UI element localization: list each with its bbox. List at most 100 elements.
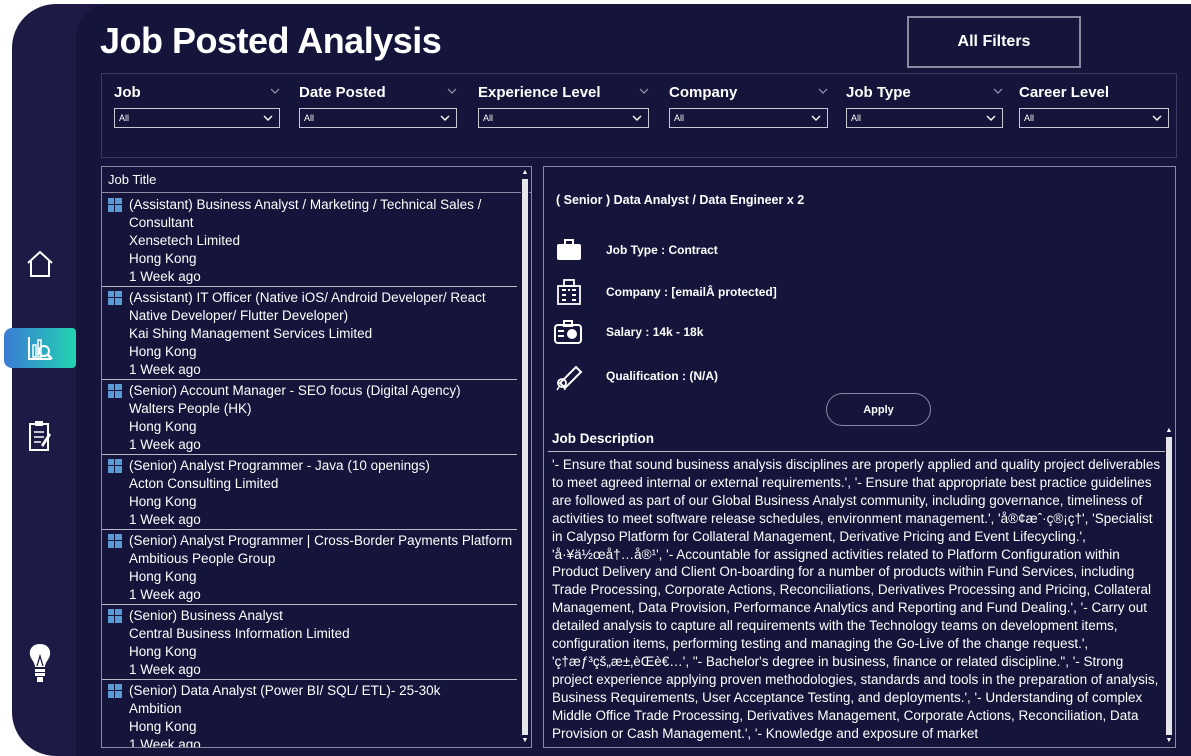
job-info-text: Acton Consulting Limited: [129, 476, 279, 491]
windows-grid-icon: [108, 534, 122, 548]
windows-grid-icon: [108, 684, 122, 698]
chart-magnifier-icon: [28, 337, 53, 360]
all-filters-button[interactable]: All Filters: [907, 16, 1081, 68]
chevron-down-icon[interactable]: [639, 86, 649, 96]
job-title-text: (Senior) Data Analyst (Power BI/ SQL/ ET…: [129, 683, 441, 698]
job-info-text: 1 Week ago: [129, 737, 201, 748]
job-info-text: Consultant: [129, 215, 194, 230]
description-scrollbar[interactable]: ▲ ▼: [1165, 427, 1173, 745]
filter-label: Company: [669, 84, 738, 101]
list-item-lines: (Assistant) IT Officer (Native iOS/ Andr…: [129, 289, 517, 379]
apply-button[interactable]: Apply: [826, 393, 931, 426]
scroll-up-icon[interactable]: ▲: [1165, 427, 1173, 435]
windows-grid-icon: [108, 198, 122, 212]
salary-row: Salary : 14k - 18k: [554, 317, 703, 347]
chevron-down-icon: [440, 115, 450, 121]
job-title-text: (Senior) Business Analyst: [129, 608, 283, 623]
lightbulb-icon: [29, 644, 51, 682]
filter-select-value: All: [1024, 113, 1035, 123]
job-type-row: Job Type : Contract: [554, 235, 718, 265]
job-list-scrollbar[interactable]: ▲ ▼: [521, 169, 529, 745]
job-list-header: Job Title: [102, 167, 531, 193]
job-info-text: Kai Shing Management Services Limited: [129, 326, 373, 341]
page-title: Job Posted Analysis: [100, 20, 442, 61]
job-info-text: 1 Week ago: [129, 512, 201, 527]
scroll-down-icon[interactable]: ▼: [1165, 737, 1173, 745]
filter-select-value: All: [483, 113, 494, 123]
sidebar-item-analysis[interactable]: [4, 328, 76, 368]
list-item[interactable]: (Senior) Analyst Programmer | Cross-Bord…: [102, 530, 517, 605]
filter-select-value: All: [304, 113, 315, 123]
scrollbar-thumb[interactable]: [1166, 437, 1172, 735]
filter-label: Career Level: [1019, 84, 1110, 101]
job-info-text: Xensetech Limited: [129, 233, 241, 248]
scroll-up-icon[interactable]: ▲: [521, 169, 529, 177]
filter-select-job[interactable]: All: [114, 108, 280, 128]
filter-label: Job Type: [846, 84, 911, 101]
filter-select-date-posted[interactable]: All: [299, 108, 457, 128]
company-text: Company : [emailÂ protected]: [606, 285, 777, 299]
job-info-text: 1 Week ago: [129, 437, 201, 452]
job-title-text: (Assistant) IT Officer (Native iOS/ Andr…: [129, 290, 486, 305]
list-item[interactable]: (Senior) Business Analyst Central Busines…: [102, 605, 517, 680]
list-item-lines: (Senior) Data Analyst (Power BI/ SQL/ ET…: [129, 682, 517, 748]
job-info-text: Ambitious People Group: [129, 551, 276, 566]
filter-select-value: All: [674, 113, 685, 123]
windows-grid-icon: [108, 459, 122, 473]
list-item-lines: (Assistant) Business Analyst / Marketing…: [129, 196, 517, 286]
filter-company: Company All: [669, 82, 828, 128]
briefcase-icon: [554, 235, 584, 265]
sidebar-item-home[interactable]: [4, 244, 76, 284]
chevron-down-icon[interactable]: [993, 86, 1003, 96]
company-row: Company : [emailÂ protected]: [554, 277, 777, 307]
job-info-text: Hong Kong: [129, 719, 197, 734]
job-title-text: (Assistant) Business Analyst / Marketing…: [129, 197, 482, 212]
list-item-lines: (Senior) Analyst Programmer - Java (10 o…: [129, 457, 517, 529]
job-detail-panel: ( Senior ) Data Analyst / Data Engineer …: [543, 166, 1176, 748]
clipboard-icon: [29, 421, 51, 451]
job-info-text: 1 Week ago: [129, 362, 201, 377]
scrollbar-thumb[interactable]: [522, 179, 528, 735]
job-info-text: Walters People (HK): [129, 401, 252, 416]
job-info-text: Central Business Information Limited: [129, 626, 350, 641]
filter-job-type: Job Type All: [846, 82, 1003, 128]
scroll-down-icon[interactable]: ▼: [521, 737, 529, 745]
windows-grid-icon: [108, 609, 122, 623]
filter-select-job-type[interactable]: All: [846, 108, 1003, 128]
filter-select-value: All: [851, 113, 862, 123]
diploma-icon: [554, 361, 584, 391]
filter-select-company[interactable]: All: [669, 108, 828, 128]
job-detail-title: ( Senior ) Data Analyst / Data Engineer …: [556, 193, 805, 207]
filter-date-posted: Date Posted All: [299, 82, 457, 128]
filter-bar: Job All Date Posted All Experience Level…: [101, 73, 1177, 158]
chevron-down-icon[interactable]: [818, 86, 828, 96]
list-item[interactable]: (Assistant) Business Analyst / Marketing…: [102, 194, 517, 287]
job-info-text: Hong Kong: [129, 419, 197, 434]
sidebar-item-insights[interactable]: [4, 644, 76, 684]
filter-experience-level: Experience Level All: [478, 82, 649, 128]
job-title-text: (Senior) Analyst Programmer | Cross-Bord…: [129, 533, 513, 548]
list-item-lines: (Senior) Account Manager - SEO focus (Di…: [129, 382, 517, 454]
sidebar-item-report[interactable]: [4, 416, 76, 456]
qualification-row: Qualification : (N/A): [554, 361, 718, 391]
list-item-lines: (Senior) Business Analyst Central Busines…: [129, 607, 517, 679]
windows-grid-icon: [108, 384, 122, 398]
filter-label: Date Posted: [299, 84, 386, 101]
chevron-down-icon[interactable]: [270, 86, 280, 96]
job-info-text: Native Developer/ Flutter Developer): [129, 308, 349, 323]
list-item[interactable]: (Senior) Analyst Programmer - Java (10 o…: [102, 455, 517, 530]
list-item[interactable]: (Assistant) IT Officer (Native iOS/ Andr…: [102, 287, 517, 380]
list-item-lines: (Senior) Analyst Programmer | Cross-Bord…: [129, 532, 517, 604]
job-info-text: 1 Week ago: [129, 269, 201, 284]
chevron-down-icon: [632, 115, 642, 121]
list-item[interactable]: (Senior) Data Analyst (Power BI/ SQL/ ET…: [102, 680, 517, 748]
qualification-text: Qualification : (N/A): [606, 369, 718, 383]
filter-select-experience-level[interactable]: All: [478, 108, 649, 128]
salary-briefcase-icon: [554, 317, 584, 347]
chevron-down-icon: [811, 115, 821, 121]
filter-select-career-level[interactable]: All: [1019, 108, 1169, 128]
list-item[interactable]: (Senior) Account Manager - SEO focus (Di…: [102, 380, 517, 455]
chevron-down-icon: [263, 115, 273, 121]
job-info-text: Ambition: [129, 701, 182, 716]
chevron-down-icon[interactable]: [447, 86, 457, 96]
